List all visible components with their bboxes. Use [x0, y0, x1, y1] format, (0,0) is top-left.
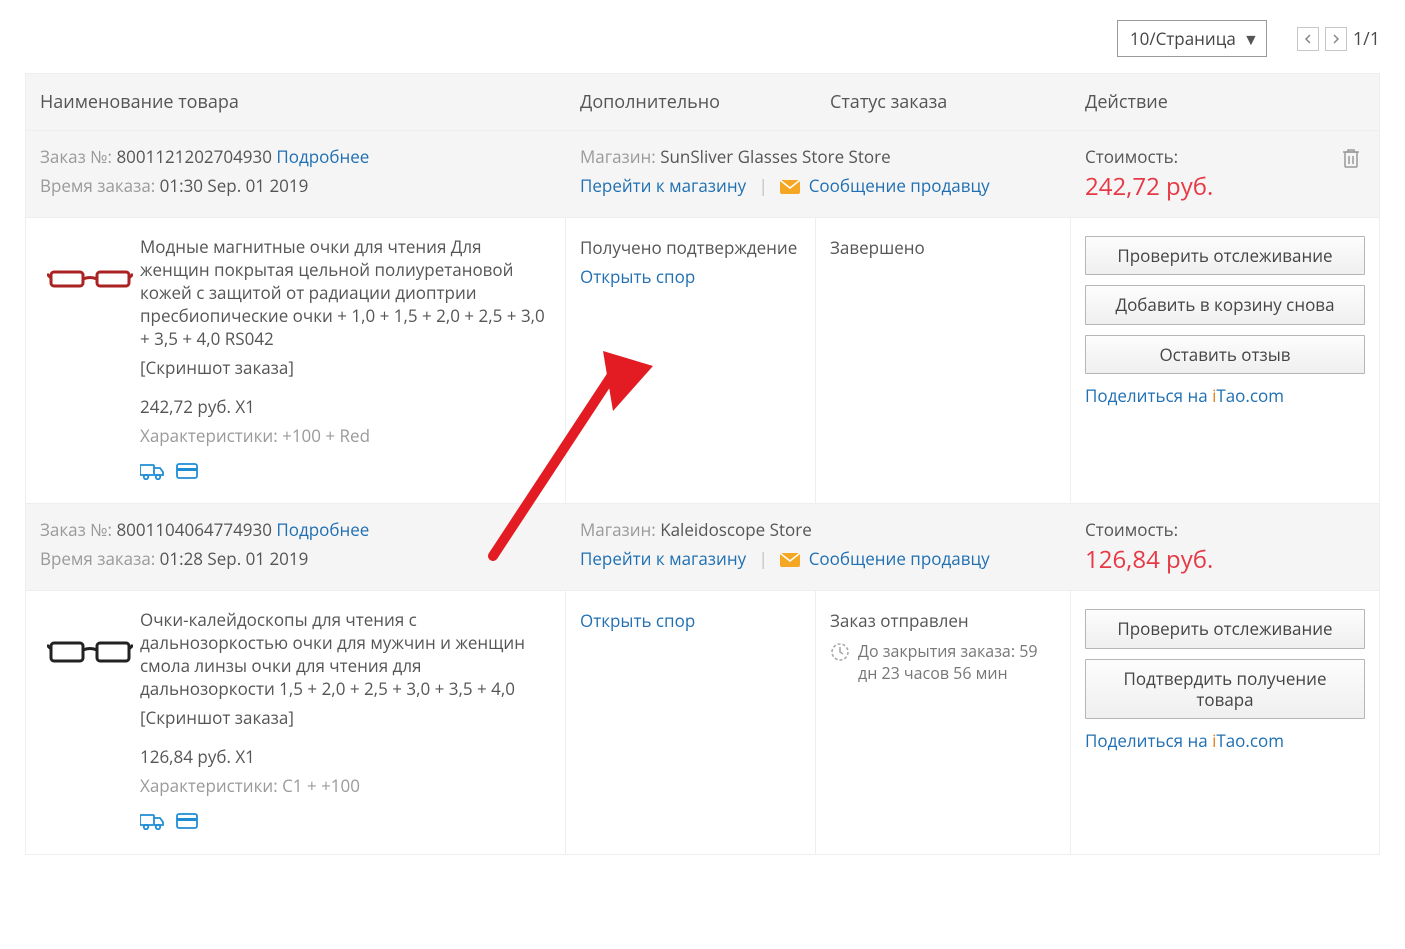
product-title[interactable]: Очки-калейдоскопы для чтения с дальнозор… — [140, 609, 552, 701]
card-icon[interactable] — [176, 812, 198, 836]
attrs-value: C1 + +100 — [282, 774, 360, 797]
col-header-action: Действие — [1085, 90, 1365, 114]
countdown: До закрытия заказа: 59 дн 23 часов 56 ми… — [830, 640, 1056, 684]
go-to-store-link[interactable]: Перейти к магазину — [580, 174, 746, 197]
open-dispute-link[interactable]: Открыть спор — [580, 265, 695, 288]
order-body-row: Очки-калейдоскопы для чтения с дальнозор… — [25, 591, 1380, 855]
product-thumbnail[interactable] — [40, 609, 140, 709]
mail-icon — [780, 176, 800, 199]
per-page-label: 10/Страница — [1130, 27, 1236, 50]
open-dispute-link[interactable]: Открыть спор — [580, 609, 695, 632]
attrs-prefix: Характеристики: — [140, 424, 278, 447]
order-more-link[interactable]: Подробнее — [276, 518, 369, 541]
screenshot-label[interactable]: [Скриншот заказа] — [140, 707, 552, 730]
order-time-label: Время заказа: — [40, 547, 155, 570]
truck-icon[interactable] — [140, 812, 164, 836]
glasses-icon — [47, 264, 133, 294]
screenshot-label[interactable]: [Скриншот заказа] — [140, 357, 552, 380]
order-no-value: 8001121202704930 — [116, 145, 272, 168]
order-time-value: 01:28 Sep. 01 2019 — [160, 547, 309, 570]
product-thumbnail[interactable] — [40, 236, 140, 336]
order-time-value: 01:30 Sep. 01 2019 — [160, 174, 309, 197]
product-title[interactable]: Модные магнитные очки для чтения Для жен… — [140, 236, 552, 351]
order-more-link[interactable]: Подробнее — [276, 145, 369, 168]
glasses-icon — [47, 637, 133, 667]
mail-icon — [780, 549, 800, 572]
order-time-label: Время заказа: — [40, 174, 155, 197]
clock-icon — [830, 642, 850, 667]
per-page-select[interactable]: 10/Страница — [1117, 20, 1267, 57]
received-confirmation-text: Получено подтверждение — [580, 236, 801, 259]
cost-value: 242,72 руб. — [1085, 170, 1365, 203]
col-header-extra: Дополнительно — [580, 90, 830, 114]
pager-prev-button[interactable] — [1297, 27, 1319, 51]
message-seller-link[interactable]: Сообщение продавцу — [809, 174, 990, 197]
cost-label: Стоимость: — [1085, 518, 1365, 541]
attrs-prefix: Характеристики: — [140, 774, 278, 797]
price-line: 126,84 руб. X1 — [140, 746, 552, 769]
order-no-label: Заказ №: — [40, 145, 112, 168]
order-status-text: Завершено — [830, 236, 1056, 259]
order-body-row: Модные магнитные очки для чтения Для жен… — [25, 218, 1380, 504]
store-label: Магазин: — [580, 145, 656, 168]
store-name: Kaleidoscope Store — [660, 518, 812, 541]
col-header-name: Наименование товара — [40, 90, 580, 114]
order-no-label: Заказ №: — [40, 518, 112, 541]
share-itao-link[interactable]: Поделиться на iTao.com — [1085, 729, 1365, 752]
cost-label: Стоимость: — [1085, 145, 1365, 168]
order-meta-row: Заказ №: 8001121202704930 Подробнее Врем… — [25, 131, 1380, 218]
price-line: 242,72 руб. X1 — [140, 396, 552, 419]
track-button[interactable]: Проверить отслеживание — [1085, 609, 1365, 648]
store-name: SunSliver Glasses Store Store — [660, 145, 890, 168]
truck-icon[interactable] — [140, 462, 164, 486]
message-seller-link[interactable]: Сообщение продавцу — [809, 547, 990, 570]
cost-value: 126,84 руб. — [1085, 543, 1365, 576]
pager-next-button[interactable] — [1325, 27, 1347, 51]
col-header-status: Статус заказа — [830, 90, 1085, 114]
track-button[interactable]: Проверить отслеживание — [1085, 236, 1365, 275]
order-status-text: Заказ отправлен — [830, 609, 1056, 632]
delete-order-button[interactable] — [1341, 147, 1361, 174]
go-to-store-link[interactable]: Перейти к магазину — [580, 547, 746, 570]
chevron-left-icon — [1304, 34, 1312, 44]
table-header: Наименование товара Дополнительно Статус… — [25, 73, 1380, 131]
store-label: Магазин: — [580, 518, 656, 541]
attrs-value: +100 + Red — [282, 424, 370, 447]
card-icon[interactable] — [176, 462, 198, 486]
confirm-receipt-button[interactable]: Подтвердить получение товара — [1085, 659, 1365, 720]
chevron-right-icon — [1332, 34, 1340, 44]
pager-text: 1/1 — [1353, 27, 1380, 51]
add-to-cart-again-button[interactable]: Добавить в корзину снова — [1085, 285, 1365, 324]
order-no-value: 8001104064774930 — [116, 518, 272, 541]
share-itao-link[interactable]: Поделиться на iTao.com — [1085, 384, 1365, 407]
order-meta-row: Заказ №: 8001104064774930 Подробнее Врем… — [25, 504, 1380, 591]
leave-review-button[interactable]: Оставить отзыв — [1085, 335, 1365, 374]
pager: 1/1 — [1297, 27, 1380, 51]
trash-icon — [1341, 147, 1361, 169]
